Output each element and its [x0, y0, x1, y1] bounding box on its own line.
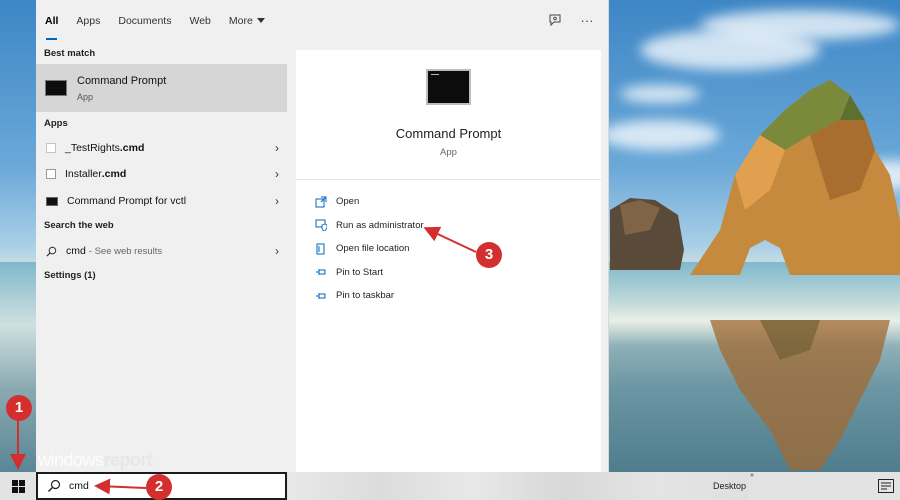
result-details-pane: Command Prompt App Open Run as administr…: [296, 50, 601, 472]
action-pin-to-start[interactable]: Pin to Start: [296, 261, 601, 285]
pin-icon: [316, 269, 326, 276]
app-result-testrights[interactable]: _TestRights.cmd ›: [36, 135, 287, 161]
action-label: Pin to taskbar: [336, 290, 395, 302]
pin-icon: [316, 292, 326, 299]
best-match-type: App: [77, 91, 94, 102]
command-prompt-icon: [426, 69, 471, 105]
start-menu-search-panel: All Apps Documents Web More ··· Best mat…: [36, 0, 609, 472]
annotation-marker-3: 3: [476, 242, 502, 268]
chevron-right-icon[interactable]: ›: [267, 194, 287, 208]
action-center-icon[interactable]: [878, 479, 894, 493]
open-icon: [315, 196, 327, 208]
chevron-right-icon[interactable]: ›: [267, 244, 287, 258]
best-match-command-prompt[interactable]: Command Prompt App: [36, 64, 287, 112]
result-title: Command Prompt: [395, 126, 502, 141]
app-result-label: _TestRights.cmd: [65, 142, 145, 154]
app-result-label: Installer.cmd: [65, 168, 127, 180]
tab-web[interactable]: Web: [180, 0, 219, 42]
watermark-logo: windowsreport: [38, 450, 153, 470]
annotation-marker-1: 1: [6, 395, 32, 421]
annotation-marker-2: 2: [146, 474, 172, 500]
feedback-icon[interactable]: [547, 12, 563, 28]
desktop-toolbar[interactable]: Desktop: [713, 481, 746, 491]
app-result-label: Command Prompt for vctl: [67, 195, 187, 207]
web-result-cmd[interactable]: cmd - See web results ›: [36, 238, 287, 264]
action-pin-to-taskbar[interactable]: Pin to taskbar: [296, 284, 601, 308]
tab-more[interactable]: More: [220, 0, 274, 42]
action-label: Open: [336, 196, 360, 208]
chevron-right-icon[interactable]: ›: [267, 141, 287, 155]
tab-all[interactable]: All: [36, 0, 67, 42]
best-match-name: Command Prompt: [77, 74, 167, 87]
apps-heading: Apps: [44, 118, 68, 129]
action-run-as-administrator[interactable]: Run as administrator: [296, 214, 601, 238]
result-actions: Open Run as administrator Open file loca…: [296, 190, 601, 308]
search-scope-tabs: All Apps Documents Web More ···: [36, 0, 609, 42]
best-match-heading: Best match: [44, 48, 96, 59]
chevron-right-icon[interactable]: ›: [267, 167, 287, 181]
more-options-icon[interactable]: ···: [579, 12, 595, 28]
command-prompt-icon: [45, 80, 67, 96]
settings-heading[interactable]: Settings (1): [36, 266, 96, 286]
rock-arch: [690, 80, 900, 275]
action-open[interactable]: Open: [296, 190, 601, 214]
result-type: App: [440, 147, 457, 158]
tab-more-label: More: [228, 15, 253, 27]
shield-admin-icon: [315, 219, 327, 232]
start-button[interactable]: [0, 472, 36, 500]
web-result-label: cmd - See web results: [66, 245, 163, 257]
action-label: Open file location: [336, 243, 410, 255]
action-open-file-location[interactable]: Open file location: [296, 237, 601, 261]
command-prompt-icon: [46, 196, 58, 206]
windows-logo-icon: [11, 479, 25, 493]
search-icon: [46, 246, 57, 257]
sea-left: [0, 262, 36, 472]
action-label: Pin to Start: [336, 266, 383, 278]
results-list: Best match Command Prompt App Apps _Test…: [36, 42, 287, 472]
taskbar-app-area: [288, 472, 748, 500]
search-web-heading: Search the web: [44, 220, 114, 231]
file-icon: [46, 143, 56, 153]
folder-location-icon: [316, 243, 325, 255]
result-hero: Command Prompt App: [296, 50, 601, 180]
search-icon: [48, 479, 61, 492]
chevron-down-icon: [256, 18, 265, 23]
rock-reflection: [710, 320, 890, 470]
tab-apps[interactable]: Apps: [67, 0, 109, 42]
app-result-command-prompt-vctl[interactable]: Command Prompt for vctl ›: [36, 188, 287, 214]
toolbar-overflow-chevron[interactable]: »: [750, 472, 754, 479]
small-rock: [610, 198, 684, 270]
tab-documents[interactable]: Documents: [109, 0, 180, 42]
search-input[interactable]: cmd: [69, 480, 89, 492]
action-label: Run as administrator: [336, 219, 424, 231]
file-icon: [46, 169, 56, 179]
app-result-installer[interactable]: Installer.cmd ›: [36, 161, 287, 187]
